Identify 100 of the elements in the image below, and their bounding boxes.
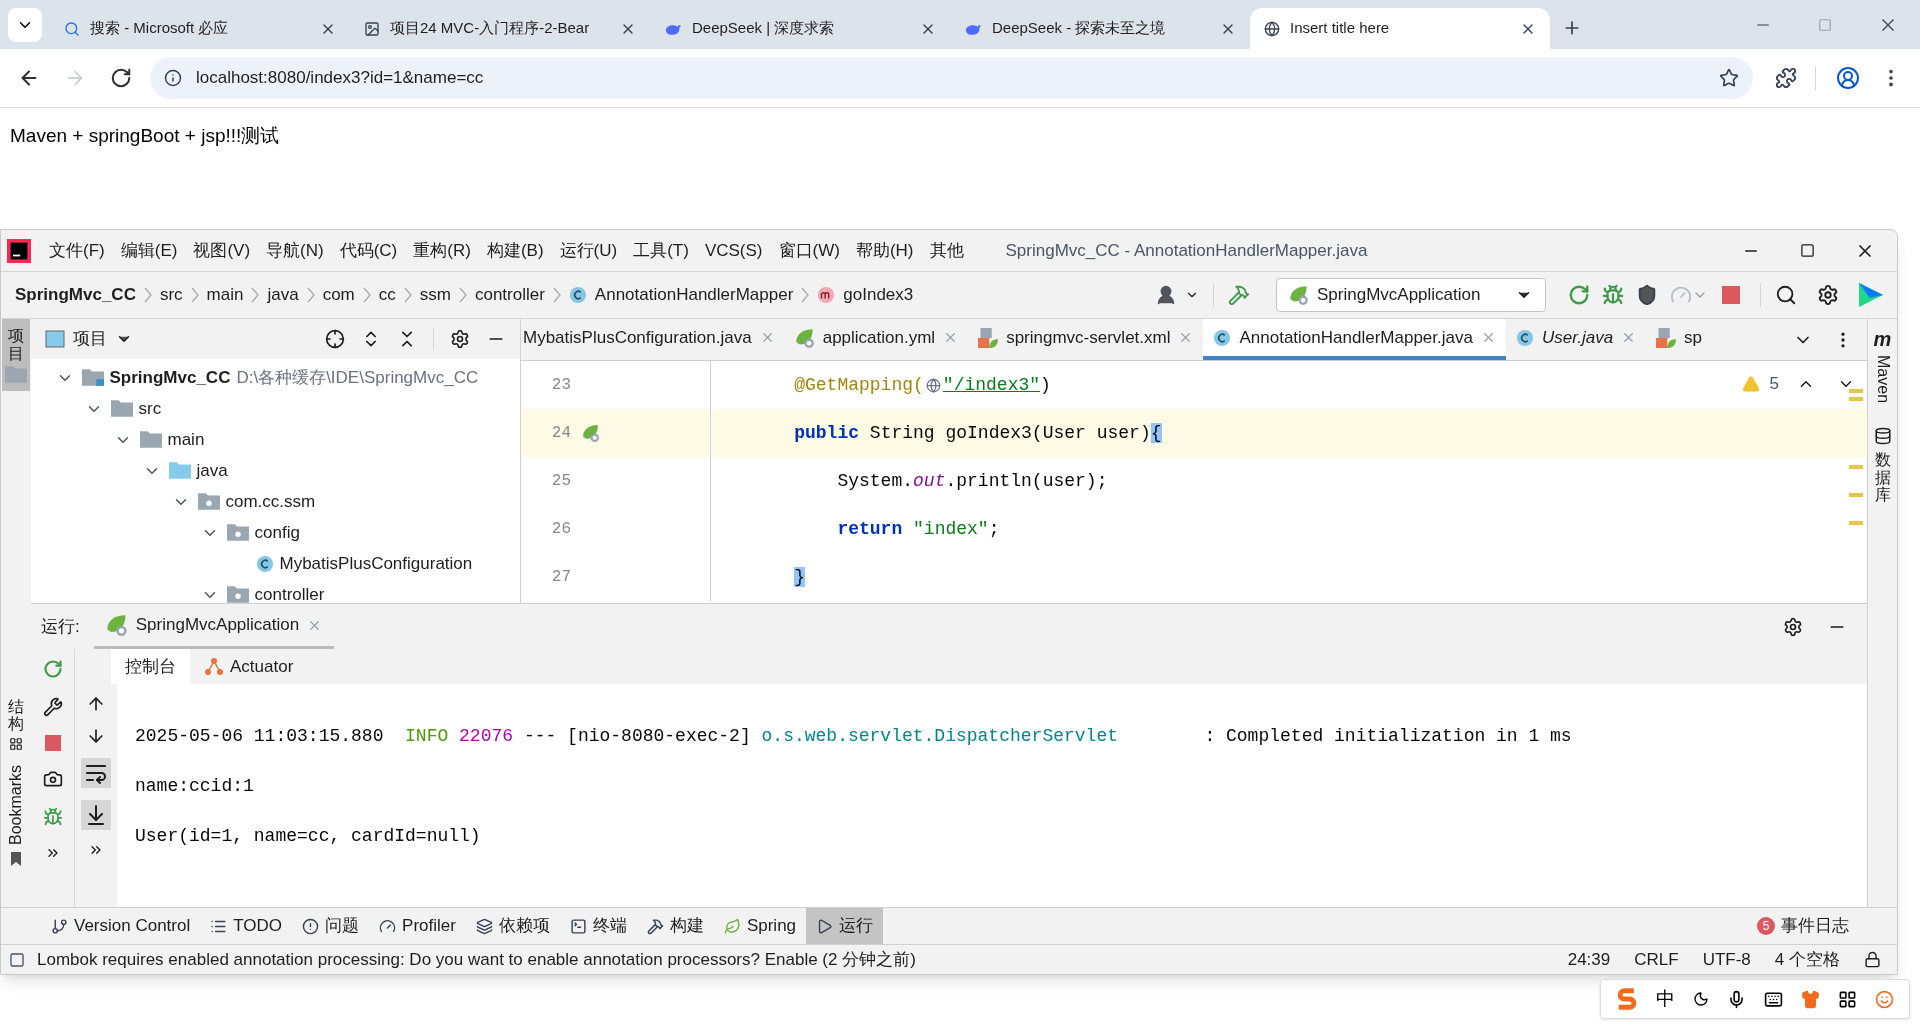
menu-item[interactable]: 视图(V) (185, 237, 259, 264)
browser-tab[interactable]: 项目24 MVC-入门程序-2-Bear (350, 8, 650, 49)
tool-window-button[interactable]: Profiler (369, 908, 466, 944)
tree-item[interactable]: src (138, 395, 162, 422)
tree-item[interactable]: com.cc.ssm (225, 488, 316, 515)
emoji-icon[interactable] (1875, 989, 1894, 1009)
bookmarks-tool-button[interactable]: Bookmarks (4, 764, 28, 867)
breadcrumb-item[interactable]: main (206, 282, 244, 308)
editor-tab[interactable]: springmvc-servlet.xml (968, 319, 1204, 360)
breadcrumb-item[interactable]: java (267, 282, 299, 308)
address-bar[interactable]: localhost:8080/index3?id=1&name=cc (150, 57, 1753, 99)
reload-icon[interactable] (110, 67, 132, 89)
breadcrumb-item[interactable]: cc (378, 282, 396, 308)
soft-wrap-icon[interactable] (81, 758, 111, 788)
wrench-icon[interactable] (42, 697, 63, 717)
panel-title[interactable]: 项目 (73, 326, 107, 352)
tool-window-button[interactable]: 依赖项 (465, 908, 560, 944)
tree-item[interactable]: controller (254, 581, 325, 603)
editor-tab[interactable]: User.java (1505, 319, 1647, 360)
menu-item[interactable]: 窗口(W) (770, 237, 848, 264)
tool-window-button[interactable]: 问题 (292, 908, 370, 944)
star-icon[interactable] (1719, 68, 1739, 88)
console-tab[interactable]: Actuator (190, 649, 308, 684)
search-icon[interactable] (1775, 284, 1797, 306)
menu-item[interactable]: 导航(N) (258, 237, 332, 264)
grid-icon[interactable] (1838, 989, 1857, 1009)
moon-icon[interactable] (1693, 991, 1709, 1007)
extensions-icon[interactable] (1775, 67, 1797, 89)
rerun-icon[interactable] (42, 659, 63, 679)
breadcrumb-item[interactable]: AnnotationHandlerMapper (594, 282, 794, 308)
menu-item[interactable]: 代码(C) (331, 237, 406, 264)
structure-tool-button[interactable]: 结构 (8, 697, 24, 751)
status-item[interactable]: CRLF (1634, 946, 1679, 973)
settings-icon[interactable] (450, 329, 470, 349)
breadcrumb-item[interactable]: src (159, 282, 183, 308)
tree-item[interactable]: SpringMvc_CC (109, 364, 231, 391)
console-tab[interactable]: 控制台 (111, 649, 190, 684)
settings-icon[interactable] (1783, 616, 1803, 637)
menu-item[interactable]: 其他 (921, 237, 972, 264)
browser-tab[interactable]: DeepSeek | 深度求索 (650, 8, 950, 49)
tool-window-button[interactable]: 构建 (636, 908, 714, 944)
tool-window-button[interactable]: 运行 (806, 908, 884, 944)
status-item[interactable]: 4 个空格 (1774, 946, 1840, 973)
coverage-icon[interactable] (1636, 284, 1658, 306)
menu-item[interactable]: 编辑(E) (112, 237, 186, 264)
tool-window-button[interactable]: 终端 (559, 908, 637, 944)
tool-window-button[interactable]: Spring (713, 908, 807, 944)
locate-icon[interactable] (325, 329, 345, 349)
stop-icon[interactable] (44, 735, 61, 751)
maximize-icon[interactable] (1800, 243, 1815, 258)
user-icon[interactable] (1155, 284, 1177, 306)
editor-tab[interactable]: AnnotationHandlerMapper.java (1203, 319, 1506, 360)
status-item[interactable]: UTF-8 (1702, 946, 1751, 973)
menu-item[interactable]: 工具(T) (625, 237, 697, 264)
browser-tab[interactable]: DeepSeek - 探索未至之境 (950, 8, 1250, 49)
bean-icon[interactable] (582, 424, 600, 442)
browser-tab[interactable]: Insert title here (1250, 8, 1550, 49)
breadcrumb-item[interactable]: ssm (419, 282, 451, 308)
tool-window-button[interactable]: TODO (200, 908, 293, 944)
globe-icon[interactable] (925, 377, 941, 393)
build-icon[interactable] (1228, 284, 1250, 306)
info-icon[interactable] (164, 69, 182, 87)
profile-icon[interactable] (1836, 66, 1860, 90)
editor-tab[interactable]: sp (1646, 319, 1713, 360)
tool-window-button[interactable]: 数据库 (1873, 427, 1892, 504)
menu-item[interactable]: 重构(R) (405, 237, 479, 264)
browser-tab[interactable]: 搜索 - Microsoft 必应 (50, 8, 350, 49)
breadcrumb-item[interactable]: controller (474, 282, 545, 308)
menu-item[interactable]: 帮助(H) (847, 237, 922, 264)
menu-item[interactable]: 文件(F) (41, 237, 113, 264)
editor-tab[interactable]: MybatisPlusConfiguration.java (521, 319, 785, 360)
editor-tab[interactable]: application.yml (784, 319, 969, 360)
keyboard-icon[interactable] (1764, 989, 1783, 1009)
tree-item[interactable]: main (167, 426, 205, 453)
event-log-button[interactable]: 5 事件日志 (1757, 913, 1849, 939)
scroll-to-end-icon[interactable] (81, 800, 111, 830)
status-item[interactable]: 24:39 (1567, 946, 1611, 973)
run-config-dropdown[interactable]: SpringMvcApplication (1276, 278, 1546, 312)
tool-window-button[interactable]: Version Control (41, 908, 201, 944)
lock-icon[interactable] (1864, 951, 1881, 968)
tool-window-button[interactable]: m Maven (1870, 329, 1895, 404)
ime-mode[interactable]: 中 (1656, 984, 1675, 1014)
breadcrumb-item[interactable]: goIndex3 (843, 282, 914, 308)
mic-icon[interactable] (1727, 989, 1746, 1009)
tree-item[interactable]: config (254, 519, 300, 546)
menu-item[interactable]: VCS(S) (696, 237, 771, 264)
debug-icon[interactable] (1602, 284, 1624, 306)
ime-logo-icon[interactable] (1616, 988, 1638, 1010)
warning-count[interactable]: 5 (1769, 371, 1779, 397)
breadcrumb-item[interactable]: com (322, 282, 355, 308)
settings-icon[interactable] (1817, 284, 1839, 306)
bug-icon[interactable] (42, 807, 63, 827)
tree-item[interactable]: MybatisPlusConfiguration (279, 550, 473, 577)
menu-item[interactable]: 构建(B) (478, 237, 552, 264)
menu-item[interactable]: 运行(U) (551, 237, 626, 264)
rerun-icon[interactable] (1568, 284, 1590, 306)
tree-item[interactable]: java (196, 457, 228, 484)
camera-icon[interactable] (42, 769, 63, 789)
shirt-icon[interactable] (1801, 989, 1820, 1009)
project-tool-button[interactable]: 项目 (2, 319, 30, 392)
